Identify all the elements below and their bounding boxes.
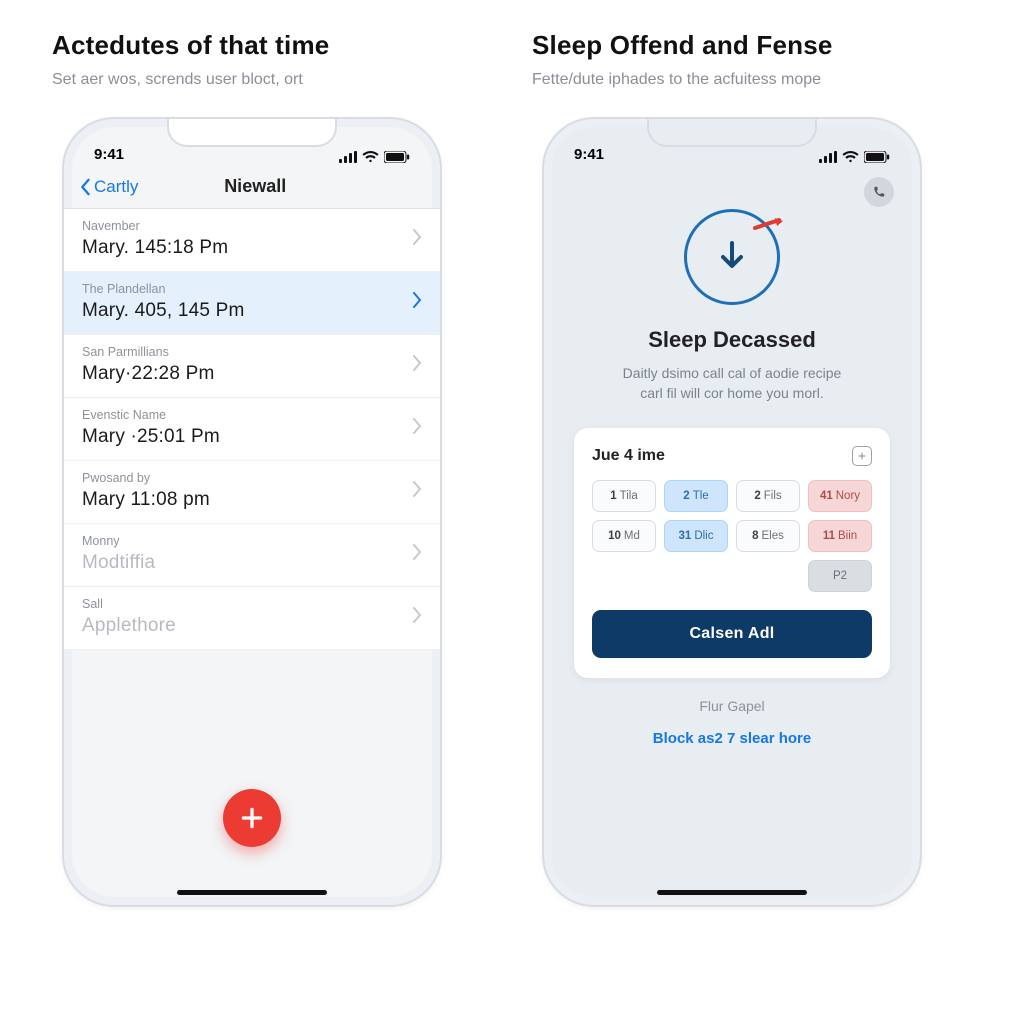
download-icon xyxy=(684,209,780,305)
date-chip[interactable]: 2Fils xyxy=(736,480,800,512)
left-section-subtitle: Set aer wos, scrends user bloct, ort xyxy=(52,71,303,89)
row-title: Mary. 145:18 Pm xyxy=(82,237,228,259)
list-item[interactable]: Pwosand by Mary 11:08 pm xyxy=(64,461,440,524)
phone-right: 9:41 Sleep Decassed xyxy=(542,117,922,907)
chevron-right-icon xyxy=(412,292,422,313)
card-title: Jue 4 ime xyxy=(592,447,665,465)
schedule-card: Jue 4 ime 1Tila 2Tle 2Fils 41Nory 10Md 3… xyxy=(574,428,890,678)
chevron-right-icon xyxy=(412,229,422,250)
nav-bar: Cartly Niewall xyxy=(64,165,440,209)
footer-link[interactable]: Block as2 7 slear hore xyxy=(552,730,912,747)
right-section-subtitle: Fette/dute iphades to the acfuitess mope xyxy=(532,71,821,89)
date-chip[interactable]: 2Tle xyxy=(664,480,728,512)
chevron-right-icon xyxy=(412,607,422,628)
battery-icon xyxy=(384,151,410,163)
row-title: Mary 11:08 pm xyxy=(82,489,210,511)
row-title: Applethore xyxy=(82,615,176,637)
primary-cta-button[interactable]: Calsen Adl xyxy=(592,610,872,658)
chevron-right-icon xyxy=(412,355,422,376)
nav-title: Niewall xyxy=(84,176,426,197)
phone-left: 9:41 Cartly Niewall Navember Mary. 145:18… xyxy=(62,117,442,907)
phone-notch xyxy=(647,119,817,147)
list-item[interactable]: Evenstic Name Mary ·25:01 Pm xyxy=(64,398,440,461)
red-accent-icon xyxy=(753,218,783,230)
row-title: Mary ·25:01 Pm xyxy=(82,426,220,448)
wifi-icon xyxy=(842,151,859,163)
wifi-icon xyxy=(362,151,379,163)
calendar-icon[interactable] xyxy=(852,446,872,466)
list-item[interactable]: Monny Modtiffia xyxy=(64,524,440,587)
date-chip[interactable]: P2 xyxy=(808,560,872,592)
date-chip[interactable]: 11Biin xyxy=(808,520,872,552)
add-button[interactable] xyxy=(223,789,281,847)
row-caption: Evenstic Name xyxy=(82,408,220,422)
row-caption: San Parmillians xyxy=(82,345,214,359)
plus-icon xyxy=(239,805,265,831)
row-caption: The Plandellan xyxy=(82,282,245,296)
cellular-icon xyxy=(819,151,837,163)
date-grid: 1Tila 2Tle 2Fils 41Nory 10Md 31Dlic 8Ele… xyxy=(592,480,872,592)
status-time: 9:41 xyxy=(94,146,124,163)
list-item[interactable]: Sall Applethore xyxy=(64,587,440,650)
date-chip[interactable]: 8Eles xyxy=(736,520,800,552)
row-caption: Navember xyxy=(82,219,228,233)
footer-caption: Flur Gapel xyxy=(552,698,912,714)
row-caption: Pwosand by xyxy=(82,471,210,485)
phone-notch xyxy=(167,119,337,147)
row-title: Modtiffia xyxy=(82,552,155,574)
cellular-icon xyxy=(339,151,357,163)
row-caption: Monny xyxy=(82,534,155,548)
home-indicator xyxy=(177,890,327,895)
date-chip[interactable]: 31Dlic xyxy=(664,520,728,552)
list-item[interactable]: San Parmillians Mary·22:28 Pm xyxy=(64,335,440,398)
phone-icon xyxy=(872,185,886,199)
home-indicator xyxy=(657,890,807,895)
events-list[interactable]: Navember Mary. 145:18 Pm The Plandellan Ma… xyxy=(64,209,440,650)
hero: Sleep Decassed Daitly dsimo call cal of … xyxy=(552,209,912,404)
row-title: Mary. 405, 145 Pm xyxy=(82,300,245,322)
left-section-title: Actedutes of that time xyxy=(52,30,329,61)
chevron-right-icon xyxy=(412,481,422,502)
date-chip[interactable]: 1Tila xyxy=(592,480,656,512)
row-title: Mary·22:28 Pm xyxy=(82,363,214,385)
chevron-right-icon xyxy=(412,544,422,565)
date-chip[interactable]: 10Md xyxy=(592,520,656,552)
list-item[interactable]: The Plandellan Mary. 405, 145 Pm xyxy=(64,272,440,335)
row-caption: Sall xyxy=(82,597,176,611)
date-chip[interactable]: 41Nory xyxy=(808,480,872,512)
status-time: 9:41 xyxy=(574,146,604,163)
hero-description: Daitly dsimo call cal of aodie recipecar… xyxy=(589,363,876,404)
phone-action-button[interactable] xyxy=(864,177,894,207)
list-item[interactable]: Navember Mary. 145:18 Pm xyxy=(64,209,440,272)
right-section-title: Sleep Offend and Fense xyxy=(532,30,833,61)
chevron-right-icon xyxy=(412,418,422,439)
hero-title: Sleep Decassed xyxy=(648,327,816,353)
battery-icon xyxy=(864,151,890,163)
